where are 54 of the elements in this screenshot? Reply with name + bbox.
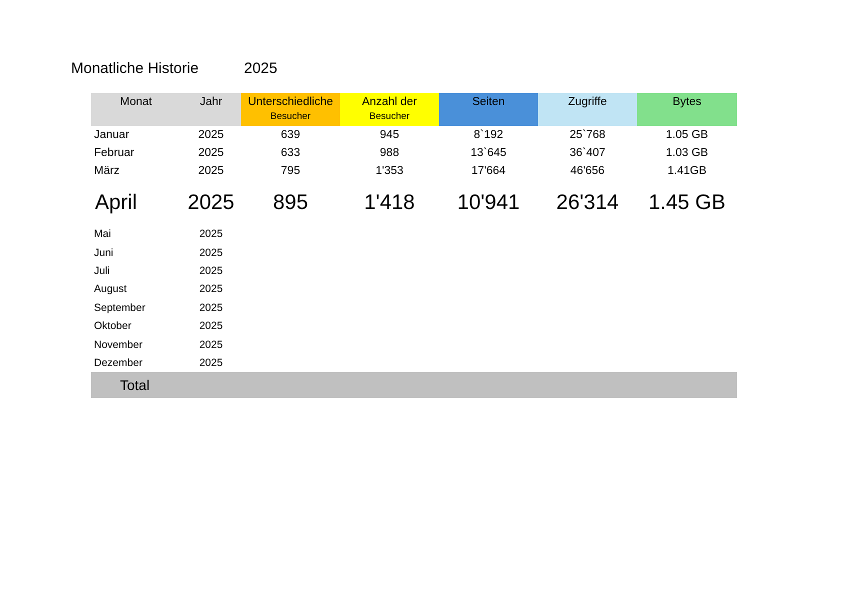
table-cell: 2025 (198, 147, 224, 159)
table-cell: 945 (380, 129, 400, 141)
table-cell: 1.45 GB (648, 191, 726, 214)
table-cell: 895 (272, 191, 308, 214)
table-cell: 13`645 (470, 147, 506, 159)
column-header: Seiten (439, 93, 538, 126)
column-header: Bytes (637, 93, 737, 126)
report-title: Monatliche Historie (71, 60, 200, 76)
table-cell: 2025 (199, 320, 223, 332)
table-cell: 25`768 (570, 129, 606, 141)
table-cell: November (94, 338, 142, 351)
column-header: Zugriffe (538, 93, 637, 126)
table-cell: März (94, 165, 120, 177)
table-cell: 2025 (188, 191, 234, 214)
table-cell: 2025 (199, 228, 223, 240)
table-cell: 1'353 (376, 165, 404, 177)
table-cell: 633 (280, 147, 300, 159)
total-label: Total (120, 377, 150, 394)
table-cell: 2025 (199, 283, 223, 296)
column-header: Monat (91, 93, 181, 126)
table-cell: 36`407 (570, 147, 606, 159)
table-cell: 2025 (199, 338, 223, 351)
table-cell: 2025 (199, 264, 223, 277)
table-cell: 2025 (199, 302, 223, 314)
table-cell: Juli (94, 264, 110, 277)
table-cell: Februar (94, 147, 134, 159)
table-cell: 2025 (198, 165, 224, 177)
table-cell: 46'656 (570, 165, 605, 177)
table-cell: 2025 (199, 246, 223, 259)
table-cell: 639 (280, 129, 300, 141)
table-cell: 10'941 (457, 191, 520, 214)
table-cell: 1.05 GB (666, 129, 708, 141)
table-cell: 1.03 GB (666, 147, 708, 159)
table-cell: Januar (94, 129, 130, 141)
table-cell: April (95, 191, 138, 214)
table-cell: Dezember (94, 356, 142, 369)
column-header: Anzahl der Besucher (340, 93, 439, 126)
table-cell: 795 (280, 165, 300, 177)
table-cell: Mai (94, 228, 111, 240)
report-year: 2025 (244, 60, 278, 76)
table-cell: 8`192 (474, 129, 504, 141)
table-cell: 1'418 (364, 191, 415, 214)
table-cell: 988 (380, 147, 400, 159)
table-cell: Oktober (94, 320, 132, 332)
table-cell: 1.41GB (668, 165, 706, 177)
table-cell: August (94, 283, 127, 296)
table-cell: 17'664 (471, 165, 506, 177)
table-cell: Juni (94, 246, 114, 259)
table-cell: 26'314 (556, 191, 619, 214)
table-cell: September (94, 302, 146, 314)
column-header: Jahr (181, 93, 241, 126)
table-cell: 2025 (199, 356, 223, 369)
column-header: Unterschiedliche Besucher (241, 93, 340, 126)
table-cell: 2025 (198, 129, 224, 141)
